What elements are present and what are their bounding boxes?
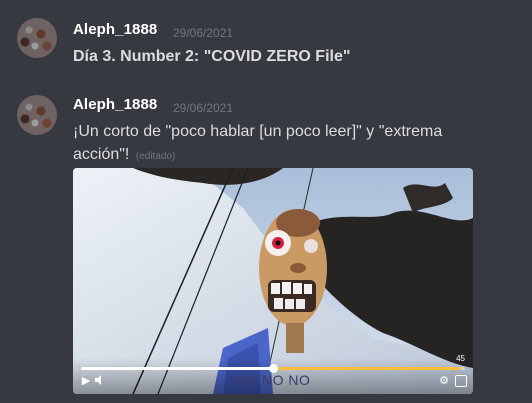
edited-label: (editado): [135, 151, 176, 162]
gear-icon[interactable]: ⚙: [437, 374, 451, 388]
video-progress-bar[interactable]: [81, 364, 465, 373]
message-1: Aleph_1888 29/06/2021 Día 3. Number 2: "…: [0, 0, 532, 80]
avatar[interactable]: [17, 18, 57, 58]
username[interactable]: Aleph_1888: [73, 96, 157, 113]
message-text: Día 3. Number 2: "COVID ZERO File": [73, 48, 351, 65]
username[interactable]: Aleph_1888: [73, 21, 157, 38]
video-controls: 45 ▶ NO NO NO ⚙: [73, 354, 473, 394]
video-progress-fill: [81, 367, 273, 370]
message-content: Día 3. Number 2: "COVID ZERO File": [73, 45, 513, 68]
video-buffer-bar: [273, 367, 462, 370]
video-player[interactable]: 45 ▶ NO NO NO ⚙: [73, 168, 473, 394]
avatar[interactable]: [17, 95, 57, 135]
message-content: ¡Un corto de "poco hablar [un poco leer]…: [73, 120, 478, 168]
timestamp: 29/06/2021: [173, 26, 234, 40]
video-subtitle: NO NO NO: [235, 372, 311, 388]
message-text: ¡Un corto de "poco hablar [un poco leer]…: [73, 123, 443, 163]
timestamp: 29/06/2021: [173, 101, 234, 115]
video-time-label: 45: [456, 354, 465, 363]
fullscreen-icon[interactable]: [455, 375, 467, 387]
